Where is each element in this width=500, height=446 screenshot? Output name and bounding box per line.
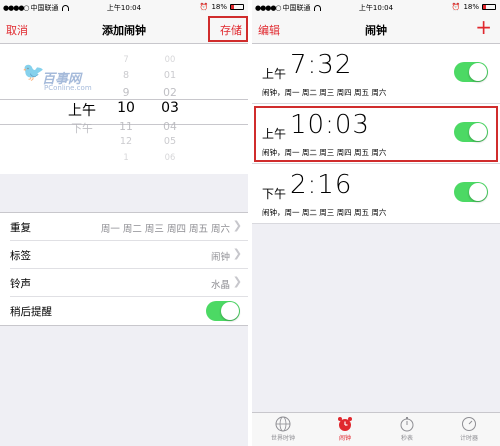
hour-option[interactable]: 12 [106,136,146,147]
alarm-status-icon: ⏰ [199,3,209,11]
minute-option[interactable]: 00 [150,54,190,64]
tab-alarm[interactable]: 闹钟 [314,413,376,446]
alarm-clock-icon [337,416,353,432]
hour-option[interactable]: 11 [106,120,146,133]
tab-stopwatch[interactable]: 秒表 [376,413,438,446]
alarm-toggle[interactable] [454,62,488,82]
alarm-status-icon: ⏰ [451,3,461,11]
minute-option[interactable]: 05 [150,136,190,147]
status-bar: ●●●●○ 中国联通 上午10:04 ⏰ 18% [0,0,248,14]
alarm-row[interactable]: 上午 7:32 闹钟，周一 周二 周三 周四 周五 周六 [252,44,500,104]
battery-percent: 18% [211,3,227,11]
time-picker[interactable]: 🐦 百事网 PConline.com 上午 下午 7 8 9 10 11 12 1 00 01 0… [0,44,248,174]
snooze-toggle[interactable] [206,301,240,321]
alarm-time: 7:32 [290,50,353,80]
alarm-row[interactable]: 上午 10:03 闹钟，周一 周二 周三 周四 周五 周六 [252,104,500,164]
label-row[interactable]: 标签 闹钟 ❯ [10,241,248,269]
timer-icon [461,416,477,432]
page-title: 闹钟 [365,24,387,37]
status-bar: ●●●●○ 中国联通 上午10:04 ⏰ 18% [252,0,500,14]
alarm-list: 上午 7:32 闹钟，周一 周二 周三 周四 周五 周六 上午 10:03 闹钟… [252,44,500,224]
tab-timer[interactable]: 计时器 [438,413,500,446]
hour-option[interactable]: 8 [106,70,146,81]
tab-bar: 世界时钟 闹钟 秒表 计时器 [252,412,500,446]
alarm-toggle[interactable] [454,182,488,202]
minute-option[interactable]: 01 [150,70,190,81]
alarm-list-screen: ●●●●○ 中国联通 上午10:04 ⏰ 18% 编辑 闹钟 + 上午 7:32… [252,0,500,446]
minute-option[interactable]: 03 [150,100,190,116]
save-highlight-box [208,16,248,42]
tab-world-clock[interactable]: 世界时钟 [252,413,314,446]
hour-option[interactable]: 9 [106,86,146,99]
minute-option[interactable]: 06 [150,152,190,162]
sound-row[interactable]: 铃声 水晶 ❯ [10,269,248,297]
ampm-option[interactable]: 下午 [62,120,102,136]
alarm-time: 2:16 [290,170,353,200]
stopwatch-icon [399,416,415,432]
hour-option[interactable]: 7 [106,54,146,64]
battery-icon [482,4,496,10]
battery-percent: 18% [463,3,479,11]
globe-icon [275,416,291,432]
chevron-right-icon: ❯ [232,247,242,260]
hour-option[interactable]: 1 [106,152,146,162]
minute-option[interactable]: 04 [150,120,190,133]
navbar: 编辑 闹钟 + [252,14,500,44]
repeat-row[interactable]: 重复 周一 周二 周三 周四 周五 周六 ❯ [10,213,248,241]
add-alarm-button[interactable]: + [475,16,492,38]
alarm-subtitle: 闹钟，周一 周二 周三 周四 周五 周六 [262,208,387,217]
snooze-row: 稍后提醒 [10,297,248,325]
battery-icon [230,4,244,10]
chevron-right-icon: ❯ [232,275,242,288]
minute-option[interactable]: 02 [150,86,190,99]
hour-option[interactable]: 10 [106,100,146,116]
alarm-highlight-box [254,106,498,162]
alarm-row[interactable]: 下午 2:16 闹钟，周一 周二 周三 周四 周五 周六 [252,164,500,224]
navbar: 取消 添加闹钟 存储 [0,14,248,44]
add-alarm-screen: ●●●●○ 中国联通 上午10:04 ⏰ 18% 取消 添加闹钟 存储 🐦 百事… [0,0,248,446]
alarm-settings-list: 重复 周一 周二 周三 周四 周五 周六 ❯ 标签 闹钟 ❯ 铃声 水晶 ❯ 稍… [0,212,248,326]
ampm-option[interactable]: 上午 [62,100,102,120]
alarm-subtitle: 闹钟，周一 周二 周三 周四 周五 周六 [262,88,387,97]
chevron-right-icon: ❯ [232,219,242,232]
